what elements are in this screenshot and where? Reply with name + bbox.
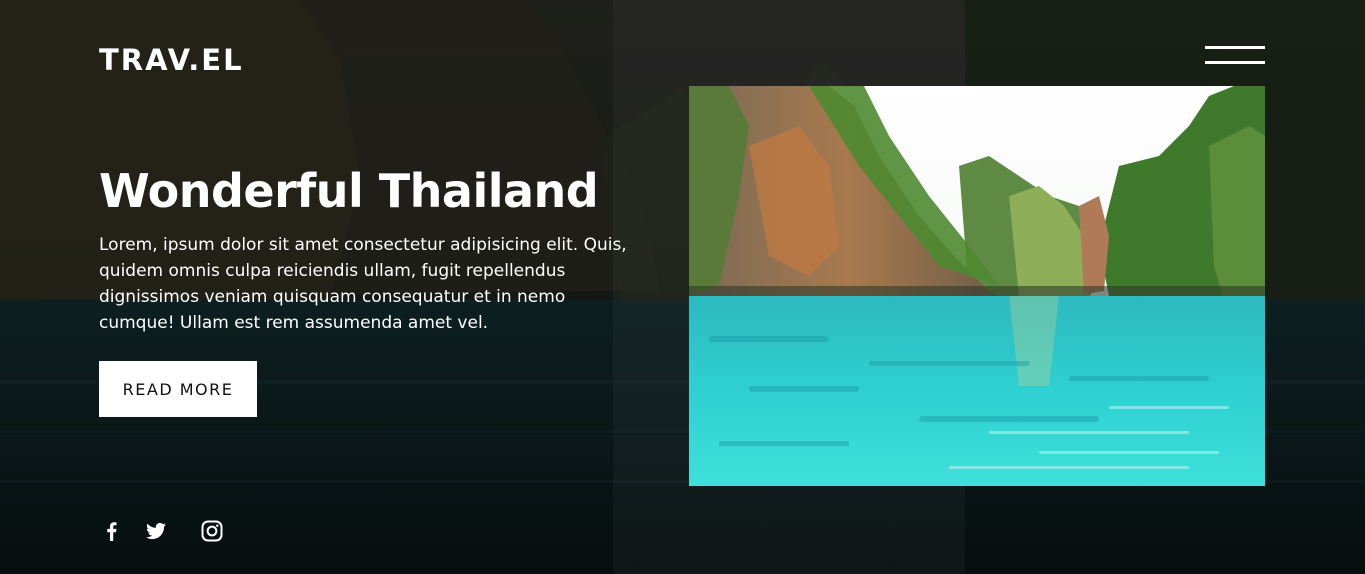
hero-title: Wonderful Thailand: [99, 164, 599, 218]
read-more-button[interactable]: READ MORE: [99, 361, 257, 417]
hero-description: Lorem, ipsum dolor sit amet consectetur …: [99, 235, 627, 333]
site-logo[interactable]: TRAV.EL: [99, 42, 244, 78]
menu-bar-top: [1205, 46, 1265, 49]
hero-page: TRAV.EL Wonderful Thailand Lorem, ipsum …: [0, 0, 1365, 574]
instagram-icon[interactable]: [199, 518, 225, 544]
facebook-icon[interactable]: [99, 518, 125, 544]
featured-photo: [689, 86, 1265, 486]
twitter-icon[interactable]: [143, 518, 169, 544]
hamburger-menu-icon[interactable]: [1205, 44, 1265, 66]
menu-bar-bottom: [1205, 61, 1265, 64]
